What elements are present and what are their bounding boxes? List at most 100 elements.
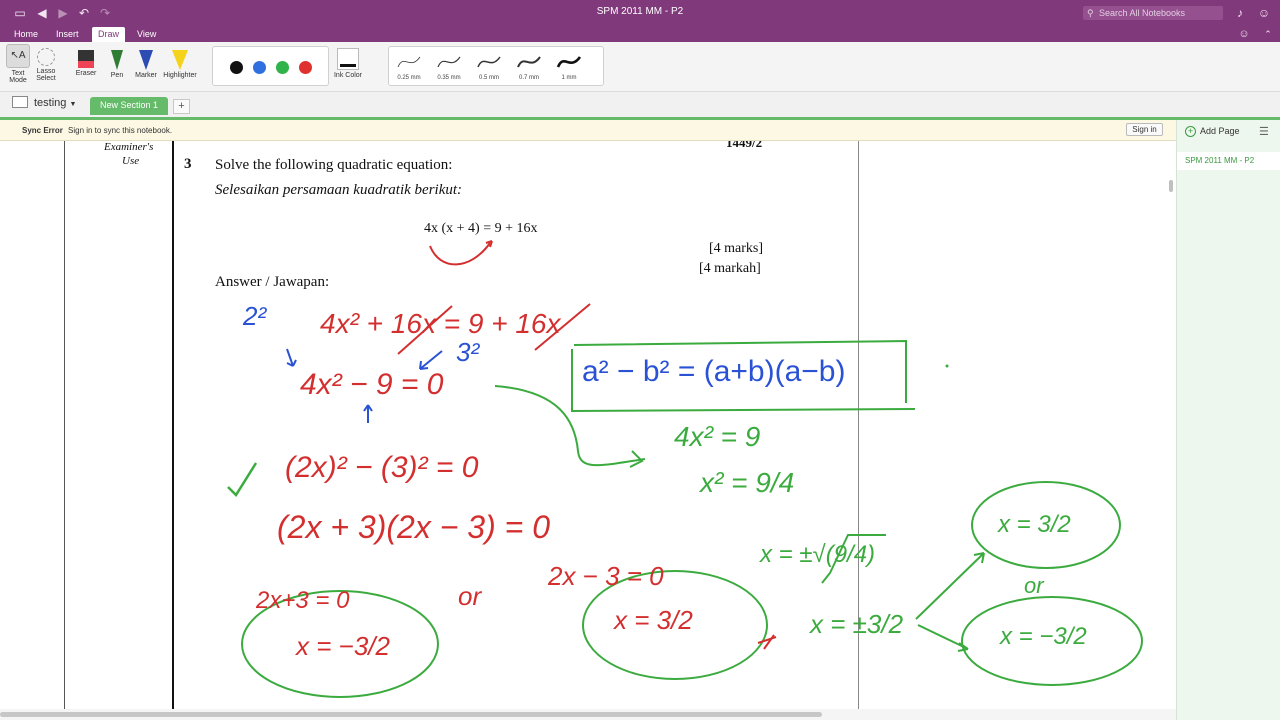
ink-tick: [757, 634, 777, 650]
tab-view[interactable]: View: [131, 27, 162, 42]
stroke-thickest-icon: [556, 56, 582, 68]
marker-button[interactable]: Marker: [132, 44, 160, 79]
ink-blue-arrow: [363, 404, 373, 423]
color-green-swatch[interactable]: [276, 61, 289, 74]
ink-branch-arrow: [917, 624, 969, 652]
ink-eq1: 4x² + 16x = 9 + 16x: [320, 308, 561, 339]
notebook-icon: [12, 96, 28, 108]
stroke-thick-icon: [517, 56, 541, 68]
vertical-scrollbar[interactable]: [1169, 180, 1173, 192]
sync-error-bar: Sync Error Sign in to sync this notebook…: [0, 120, 1176, 141]
add-circle-icon: +: [1185, 126, 1196, 137]
pen-width-07[interactable]: 0.7 mm: [511, 51, 547, 81]
chevron-up-icon[interactable]: ⌃: [1260, 26, 1276, 42]
ink-identity: a² − b² = (a+b)(a−b): [582, 355, 846, 388]
draw-ribbon: ↖A Text Mode Lasso Select Eraser Pen Mar…: [0, 42, 1280, 92]
pen-width-label: 1 mm: [561, 75, 577, 81]
highlighter-icon: [172, 50, 188, 70]
ink-color-icon: [337, 48, 359, 70]
ink-g3: x = ±√(9/4): [760, 541, 876, 568]
pen-label: Pen: [110, 72, 124, 79]
sync-error-label: Sync Error: [22, 126, 63, 135]
lasso-icon: [37, 48, 55, 66]
text-mode-button[interactable]: ↖A Text Mode: [4, 44, 32, 84]
notebook-name: testing: [34, 97, 67, 109]
notebook-switcher[interactable]: testing ▼: [12, 96, 76, 109]
pen-width-035[interactable]: 0.35 mm: [431, 51, 467, 81]
search-input[interactable]: ⚲ Search All Notebooks: [1083, 6, 1223, 20]
page-item-spm-2011[interactable]: SPM 2011 MM - P2: [1177, 152, 1280, 170]
tab-draw[interactable]: Draw: [92, 27, 126, 42]
pen-width-palette: 0.25 mm 0.35 mm 0.5 mm 0.7 mm 1 mm: [388, 46, 604, 86]
ink-blue-2-squared: 2²: [243, 301, 267, 331]
color-blue-swatch[interactable]: [253, 61, 266, 74]
stroke-thin-icon: [437, 56, 461, 68]
ink-branch-arrow: [915, 552, 985, 620]
pen-width-label: 0.7 mm: [518, 75, 539, 81]
bell-icon[interactable]: ♪: [1232, 5, 1248, 21]
pen-width-025[interactable]: 0.25 mm: [391, 51, 427, 81]
page-canvas[interactable]: 1449/2 Examiner's Use 3 Solve the follow…: [0, 141, 1176, 709]
chevron-down-icon: ▼: [69, 101, 77, 108]
smiley-icon[interactable]: ☺: [1236, 26, 1252, 42]
section-tab-new-section-1[interactable]: New Section 1: [90, 97, 169, 115]
search-placeholder: Search All Notebooks: [1099, 8, 1186, 18]
pen-width-label: 0.35 mm: [437, 75, 461, 81]
ink-eq5b: 2x − 3 = 0: [548, 561, 664, 591]
ink-dot: [945, 364, 949, 368]
pen-width-label: 0.5 mm: [478, 75, 499, 81]
sort-list-icon[interactable]: ☰: [1259, 125, 1269, 138]
add-user-icon[interactable]: ☺: [1256, 5, 1272, 21]
highlighter-label: Highlighter: [163, 72, 197, 79]
pen-width-label: 0.25 mm: [397, 75, 421, 81]
highlighter-button[interactable]: Highlighter: [160, 44, 200, 79]
horizontal-scrollbar[interactable]: [0, 709, 1176, 720]
ink-solution-negative: x = −3/2: [296, 631, 390, 661]
page-sidebar: + Add Page ☰ SPM 2011 MM - P2: [1176, 120, 1280, 720]
color-red-swatch[interactable]: [299, 61, 312, 74]
stroke-medium-icon: [477, 56, 501, 68]
section-bar: testing ▼ New Section 1 +: [0, 92, 1280, 118]
stroke-thin-icon: [397, 56, 421, 68]
marker-icon: [139, 50, 153, 70]
text-cursor-icon: ↖A: [6, 44, 30, 68]
ink-or: or: [458, 581, 482, 611]
color-palette: [212, 46, 329, 86]
eraser-icon: [78, 50, 94, 68]
tab-insert[interactable]: Insert: [50, 27, 85, 42]
plus-icon: +: [178, 100, 185, 112]
add-page-button[interactable]: + Add Page: [1185, 126, 1240, 137]
pen-button[interactable]: Pen: [106, 44, 128, 79]
tab-home[interactable]: Home: [8, 27, 44, 42]
search-icon: ⚲: [1087, 8, 1094, 18]
ink-g2: x² = 9/4: [700, 467, 795, 498]
ink-checkmark: [227, 462, 258, 497]
ink-eq4: (2x + 3)(2x − 3) = 0: [277, 509, 551, 545]
ink-arrowhead: [629, 450, 644, 468]
sync-message: Sign in to sync this notebook.: [68, 126, 173, 135]
text-mode-label: Text Mode: [9, 70, 27, 84]
add-section-button[interactable]: +: [173, 99, 190, 114]
ink-blue-arrow: [419, 350, 443, 370]
ink-expand-arrow: [429, 242, 491, 266]
menu-tabs: Home Insert Draw View ☺ ⌃: [0, 26, 1280, 42]
ink-g-negative: x = −3/2: [1000, 623, 1087, 650]
eraser-button[interactable]: Eraser: [72, 44, 100, 77]
lasso-label: Lasso Select: [36, 68, 56, 82]
ink-g-positive: x = 3/2: [998, 511, 1071, 538]
ink-color-button[interactable]: Ink Color: [331, 44, 365, 79]
ink-eq2: 4x² − 9 = 0: [300, 368, 444, 401]
eraser-label: Eraser: [75, 70, 97, 77]
add-page-label: Add Page: [1200, 126, 1240, 136]
sign-in-button[interactable]: Sign in: [1126, 123, 1163, 136]
lasso-select-button[interactable]: Lasso Select: [34, 44, 58, 82]
ink-blue-arrow: [286, 348, 297, 367]
pen-icon: [111, 50, 123, 70]
color-black-swatch[interactable]: [230, 61, 243, 74]
ink-g-or: or: [1024, 573, 1044, 598]
scrollbar-thumb[interactable]: [0, 712, 822, 717]
title-bar: ▭ ◀ ▶ ↶ ↷ SPM 2011 MM - P2 ⚲ Search All …: [0, 0, 1280, 26]
ink-eq3: (2x)² − (3)² = 0: [285, 451, 479, 484]
pen-width-05[interactable]: 0.5 mm: [471, 51, 507, 81]
pen-width-1[interactable]: 1 mm: [551, 51, 587, 81]
